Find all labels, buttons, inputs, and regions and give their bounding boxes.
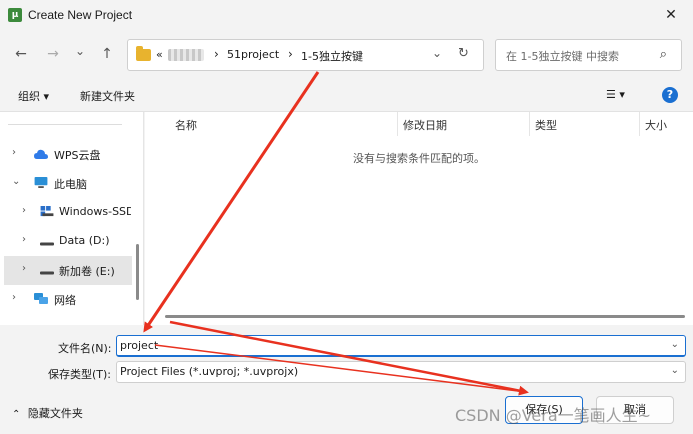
redacted-path [168,49,204,61]
breadcrumb-separator: › [214,47,219,61]
chevron-right-icon[interactable]: › [22,263,26,274]
arrow-left-icon: ← [15,46,27,62]
organize-menu[interactable]: 组织 ▾ [18,88,49,104]
uvision-icon: μ [8,8,22,22]
chevron-right-icon[interactable]: › [22,234,26,245]
forward-button[interactable]: → [42,44,64,64]
column-header-type[interactable]: 类型 [535,117,557,133]
network-icon [34,293,48,304]
search-icon: ⌕ [659,47,667,62]
cloud-icon [34,149,48,159]
chevron-down-icon[interactable]: ⌄ [671,365,679,376]
sidebar-item-label: 新加卷 (E:) [59,265,115,278]
recent-locations-button[interactable]: ⌄ [69,41,91,61]
empty-message: 没有与搜索条件匹配的项。 [353,152,485,165]
breadcrumb-overflow[interactable]: « [156,48,163,61]
new-folder-button[interactable]: 新建文件夹 [80,88,135,104]
view-menu-icon[interactable]: ☰ ▾ [606,88,625,101]
sidebar-item-label: WPS云盘 [54,149,101,162]
sidebar-item-label: Data (D:) [59,234,110,247]
sidebar-item-data-d[interactable]: › Data (D:) [4,227,132,256]
filename-value[interactable]: project [120,339,158,352]
column-header-size[interactable]: 大小 [645,117,667,133]
chevron-up-icon: ⌃ [12,409,21,420]
chevron-down-icon[interactable]: ⌄ [671,339,679,350]
sidebar-item-label: Windows-SSD [59,205,131,218]
navigation-pane: › WPS云盘 ⌄ 此电脑 › Windows-SSD › Data (D:) … [0,112,144,325]
filetype-label: 保存类型(T): [48,368,112,381]
chevron-down-icon: ⌄ [74,44,86,58]
watermark: CSDN @Vera一笔画人生~ [455,406,652,425]
sidebar-item-label: 网络 [54,294,76,307]
hide-folders-label: 隐藏文件夹 [27,407,83,420]
sidebar-scrollbar[interactable] [136,244,139,300]
back-button[interactable]: ← [10,44,32,64]
folder-icon [136,46,151,61]
question-mark-icon: ? [666,88,674,101]
sidebar-item-this-pc[interactable]: ⌄ 此电脑 [4,169,132,198]
chevron-right-icon[interactable]: › [22,205,26,216]
filename-label: 文件名(N): [58,342,112,355]
chevron-down-icon[interactable]: ⌄ [432,46,442,60]
drive-icon [40,242,54,246]
title-bar: μ Create New Project ✕ [0,0,693,30]
close-icon: ✕ [665,7,677,23]
chevron-right-icon[interactable]: › [12,147,16,158]
up-button[interactable]: ↑ [96,44,118,64]
chevron-right-icon[interactable]: › [12,292,16,303]
divider [8,124,122,125]
close-button[interactable]: ✕ [649,0,693,30]
filetype-select[interactable]: Project Files (*.uvproj; *.uvprojx) ⌄ [116,361,686,383]
column-header-name[interactable]: 名称 [175,117,197,133]
search-placeholder: 在 1-5独立按键 中搜索 [506,50,619,63]
sidebar-item-windows-ssd[interactable]: › Windows-SSD [4,198,132,227]
breadcrumb-item[interactable]: 1-5独立按键 [301,48,363,64]
column-header-date[interactable]: 修改日期 [403,117,447,133]
sidebar-item-label: 此电脑 [54,178,87,191]
sidebar-item-network[interactable]: › 网络 [4,285,132,314]
file-list[interactable]: 名称 修改日期 类型 大小 没有与搜索条件匹配的项。 [145,112,693,325]
arrow-right-icon: → [47,46,59,62]
breadcrumb-item[interactable]: 51project [227,48,279,61]
sidebar-item-wps-cloud[interactable]: › WPS云盘 [4,140,132,169]
navigation-bar: ← → ⌄ ↑ « › 51project › 1-5独立按键 ⌄ ↻ 在 1-… [0,30,693,78]
hide-folders-toggle[interactable]: ⌃ 隐藏文件夹 [12,405,83,421]
filetype-value: Project Files (*.uvproj; *.uvprojx) [120,365,299,378]
drive-icon [40,206,54,217]
address-bar[interactable]: « › 51project › 1-5独立按键 ⌄ ↻ [127,39,484,71]
refresh-icon[interactable]: ↻ [458,46,469,61]
help-icon[interactable]: ? [662,87,678,103]
chevron-down-icon[interactable]: ⌄ [12,176,20,187]
window-title: Create New Project [28,8,133,22]
column-divider[interactable] [529,112,530,136]
sidebar-item-new-volume-e[interactable]: › 新加卷 (E:) [4,256,132,285]
horizontal-scrollbar[interactable] [165,315,685,318]
column-divider[interactable] [397,112,398,136]
breadcrumb-separator: › [288,47,293,61]
filename-field[interactable]: project ⌄ [116,335,686,357]
arrow-up-icon: ↑ [101,46,113,62]
drive-icon [40,271,54,275]
search-box[interactable]: 在 1-5独立按键 中搜索 ⌕ [495,39,682,71]
computer-icon [34,177,48,188]
command-bar: 组织 ▾ 新建文件夹 ☰ ▾ ? [0,78,693,112]
column-divider[interactable] [639,112,640,136]
